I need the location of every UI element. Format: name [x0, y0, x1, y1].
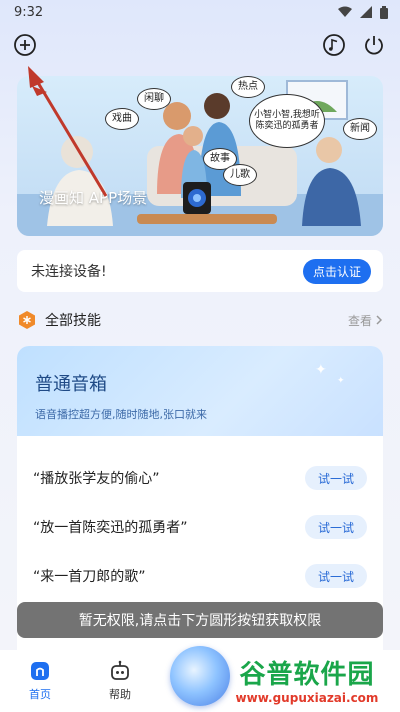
- sample-row: “播放张学友的偷心” 试一试: [33, 464, 367, 492]
- sparkle-icon: ✦: [315, 362, 327, 378]
- bubble-xinwen: 新闻: [343, 118, 377, 140]
- robot-icon: [111, 660, 129, 680]
- auth-button[interactable]: 点击认证: [302, 258, 371, 284]
- try-button[interactable]: 试一试: [305, 466, 367, 490]
- sample-row: “来一首刀郎的歌” 试一试: [33, 562, 367, 590]
- power-icon[interactable]: [361, 32, 387, 58]
- chevron-right-icon: [376, 315, 383, 325]
- home-icon: [31, 662, 49, 680]
- try-button[interactable]: 试一试: [305, 515, 367, 539]
- view-more-label: 查看: [347, 313, 372, 328]
- skills-title-group: 全部技能: [17, 310, 101, 330]
- bubble-erge: 儿歌: [223, 164, 257, 186]
- permission-toast: 暂无权限,请点击下方圆形按钮获取权限: [17, 602, 383, 638]
- sample-text: “来一首刀郎的歌”: [33, 569, 146, 585]
- watermark-url: www.gupuxiazai.com: [231, 690, 383, 705]
- nav-help[interactable]: 帮助: [90, 660, 150, 702]
- bubble-xiqu: 戏曲: [105, 108, 139, 130]
- family-illustration: [17, 80, 383, 236]
- skill-card-header: 普通音箱 语音播控超方便,随时随地,张口就来 ✦ ✦: [17, 346, 383, 436]
- nav-home-label: 首页: [29, 688, 51, 701]
- skill-card-subtitle: 语音播控超方便,随时随地,张口就来: [35, 408, 207, 421]
- banner-caption: 漫画知 APP场景: [39, 189, 148, 207]
- music-icon[interactable]: [321, 32, 347, 58]
- status-icons: [338, 5, 388, 19]
- battery-icon: [380, 5, 388, 19]
- bubble-xiaozhi: 小智小智,我想听陈奕迅的孤勇者: [249, 94, 325, 148]
- device-status-card: 未连接设备! 点击认证: [17, 250, 383, 292]
- device-status-text: 未连接设备!: [31, 264, 107, 280]
- bubble-xianliao: 闲聊: [137, 88, 171, 110]
- view-more-link[interactable]: 查看: [348, 312, 383, 329]
- scene-banner[interactable]: 戏曲 闲聊 热点 小智小智,我想听陈奕迅的孤勇者 新闻 故事 儿歌 漫画知 AP…: [17, 76, 383, 236]
- nav-home[interactable]: 首页: [10, 660, 70, 702]
- signal-icon: [360, 6, 372, 18]
- top-bar: [0, 30, 400, 62]
- sample-row: “放一首陈奕迅的孤勇者” 试一试: [33, 513, 367, 541]
- try-button[interactable]: 试一试: [305, 564, 367, 588]
- skills-header: 全部技能 查看: [17, 306, 383, 334]
- watermark-title: 谷普软件园: [239, 659, 375, 690]
- skills-title: 全部技能: [45, 313, 101, 329]
- watermark: 谷普软件园 www.gupuxiazai.com: [218, 650, 396, 708]
- add-icon[interactable]: [12, 32, 38, 58]
- skills-icon: [19, 311, 35, 329]
- sample-text: “播放张学友的偷心”: [33, 471, 160, 487]
- nav-help-label: 帮助: [109, 688, 131, 701]
- status-bar: 9:32: [0, 0, 400, 24]
- status-time: 9:32: [14, 4, 44, 20]
- sparkle-small-icon: ✦: [337, 376, 345, 386]
- sample-text: “放一首陈奕迅的孤勇者”: [33, 520, 188, 536]
- bubble-redian: 热点: [231, 76, 265, 98]
- wifi-icon: [338, 6, 352, 17]
